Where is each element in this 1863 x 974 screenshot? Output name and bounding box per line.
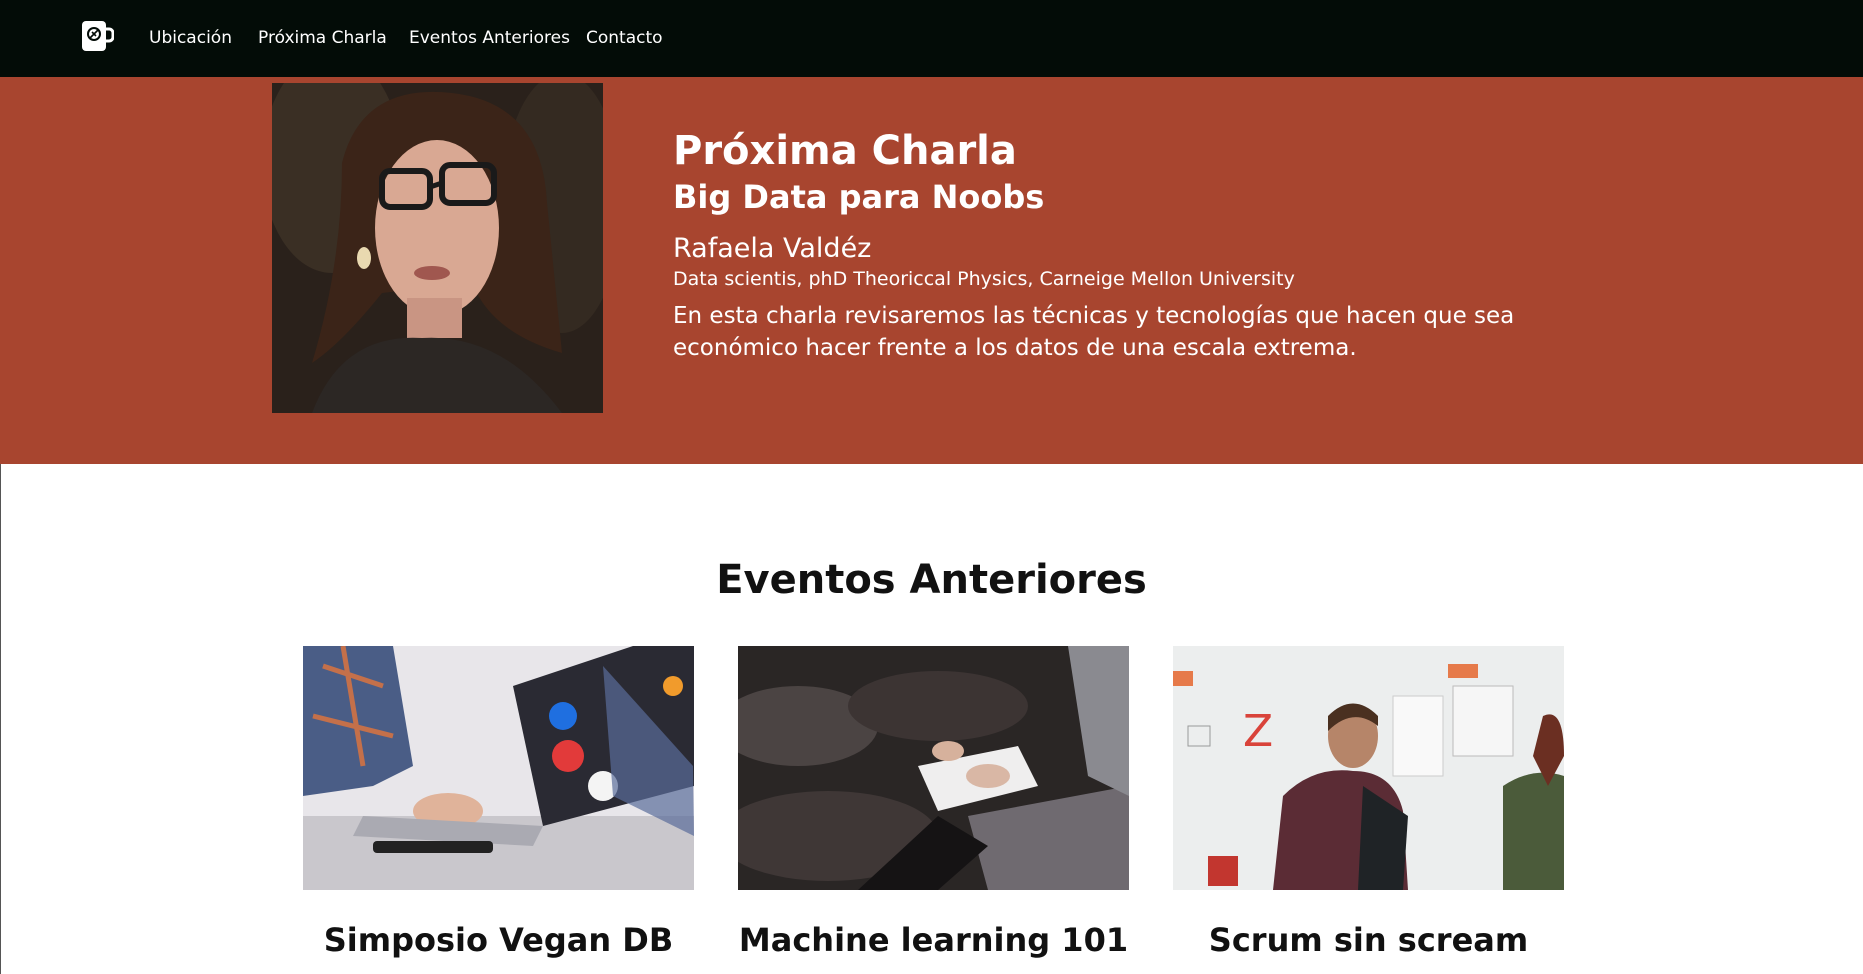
svg-text:Z: Z	[1243, 706, 1273, 757]
coffee-mug-icon[interactable]	[80, 19, 115, 53]
event-card-simposio[interactable]: Simposio Vegan DB	[303, 646, 694, 962]
speaker-name: Rafaela Valdéz	[673, 233, 872, 264]
event-image-whiteboard: Z	[1173, 646, 1564, 890]
next-talk-info: Próxima Charla Big Data para Noobs Rafae…	[673, 126, 1553, 364]
nav-link-eventos-anteriores[interactable]: Eventos Anteriores	[409, 0, 570, 77]
event-title[interactable]: Simposio Vegan DB	[303, 918, 694, 962]
section-kicker: Próxima Charla	[673, 128, 1017, 174]
event-title[interactable]: Machine learning 101	[738, 918, 1129, 962]
next-talk-hero: Próxima Charla Big Data para Noobs Rafae…	[0, 77, 1863, 464]
nav-link-proxima-charla[interactable]: Próxima Charla	[258, 0, 387, 77]
event-image-audience	[738, 646, 1129, 890]
page-edge	[0, 464, 1, 974]
event-title[interactable]: Scrum sin scream	[1173, 918, 1564, 962]
top-navbar: Ubicación Próxima Charla Eventos Anterio…	[0, 0, 1863, 77]
nav-link-ubicacion[interactable]: Ubicación	[149, 0, 232, 77]
past-events-title: Eventos Anteriores	[716, 557, 1147, 603]
event-card-machine-learning[interactable]: Machine learning 101	[738, 646, 1129, 962]
event-image-laptop	[303, 646, 694, 890]
talk-title: Big Data para Noobs	[673, 178, 1045, 216]
talk-description: En esta charla revisaremos las técnicas …	[673, 303, 1515, 361]
event-card-scrum[interactable]: Z Scrum sin scream	[1173, 646, 1564, 962]
speaker-photo	[272, 83, 603, 413]
nav-link-contacto[interactable]: Contacto	[586, 0, 663, 77]
speaker-credentials: Data scientis, phD Theoriccal Physics, C…	[673, 268, 1295, 290]
